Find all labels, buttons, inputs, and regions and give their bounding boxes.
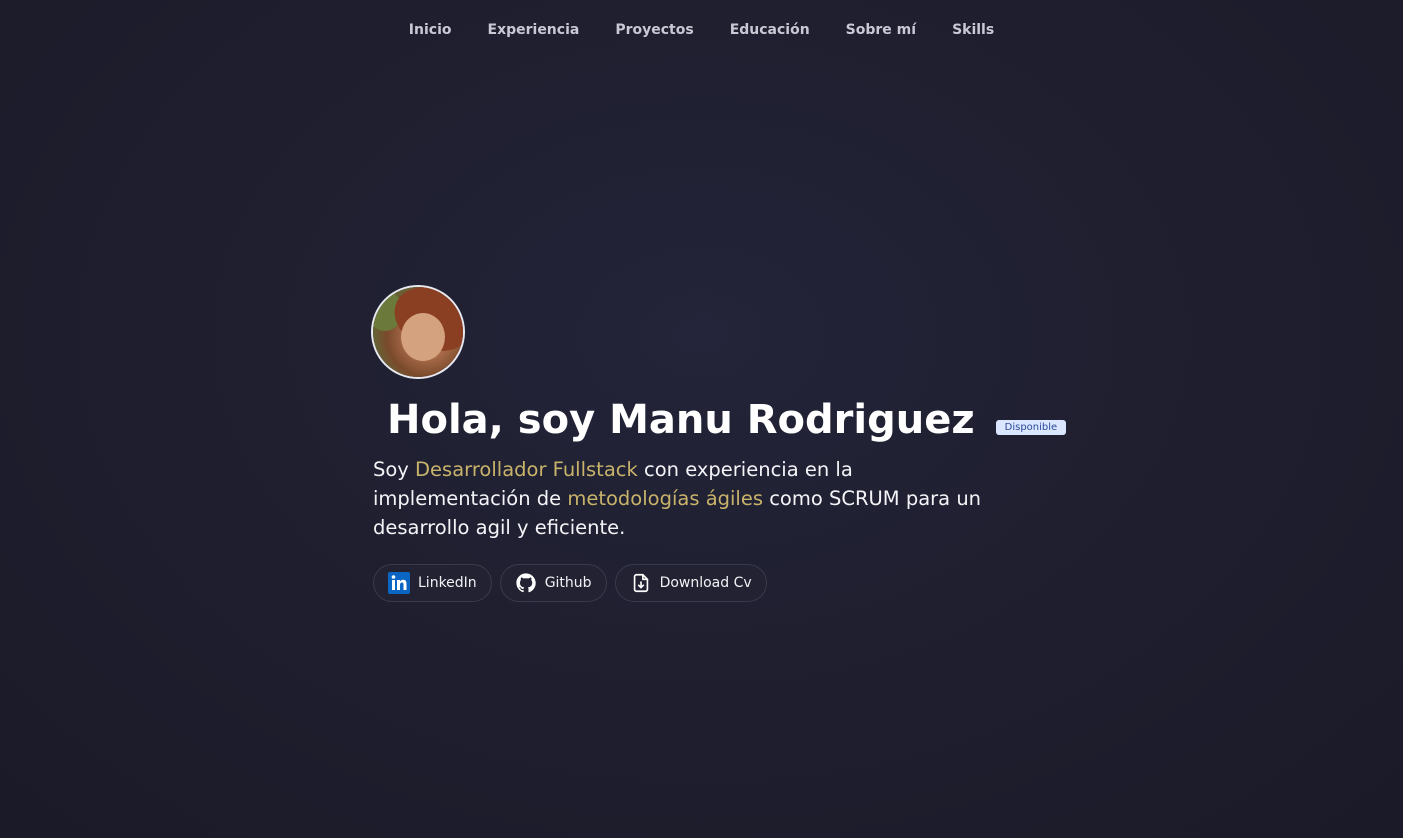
github-label: Github <box>544 575 592 591</box>
nav-link-experiencia[interactable]: Experiencia <box>470 20 598 40</box>
nav-link-proyectos[interactable]: Proyectos <box>597 20 711 40</box>
file-download-icon <box>630 572 652 594</box>
page-title: Hola, soy Manu Rodriguez <box>387 397 975 443</box>
avatar <box>373 287 463 377</box>
description-highlight-methodologies: metodologías ágiles <box>567 487 764 510</box>
description-text: Soy <box>373 458 416 481</box>
title-row: Hola, soy Manu Rodriguez Disponible <box>373 397 1067 443</box>
github-icon <box>515 572 537 594</box>
nav-link-educacion[interactable]: Educación <box>712 20 828 40</box>
top-navigation: Inicio Experiencia Proyectos Educación S… <box>0 20 1403 40</box>
linkedin-button[interactable]: LinkedIn <box>373 564 492 602</box>
nav-link-inicio[interactable]: Inicio <box>391 20 470 40</box>
download-cv-button[interactable]: Download Cv <box>614 564 767 602</box>
nav-link-skills[interactable]: Skills <box>934 20 1012 40</box>
linkedin-icon <box>388 572 410 594</box>
download-cv-label: Download Cv <box>659 575 752 591</box>
hero-description: Soy Desarrollador Fullstack con experien… <box>373 455 1013 542</box>
hero-section: Hola, soy Manu Rodriguez Disponible Soy … <box>373 287 1067 602</box>
status-badge: Disponible <box>995 419 1067 435</box>
description-highlight-role: Desarrollador Fullstack <box>415 458 638 481</box>
social-buttons: LinkedIn Github Download Cv <box>373 564 1033 602</box>
linkedin-label: LinkedIn <box>418 575 477 591</box>
nav-link-sobre-mi[interactable]: Sobre mí <box>828 20 934 40</box>
github-button[interactable]: Github <box>499 564 607 602</box>
